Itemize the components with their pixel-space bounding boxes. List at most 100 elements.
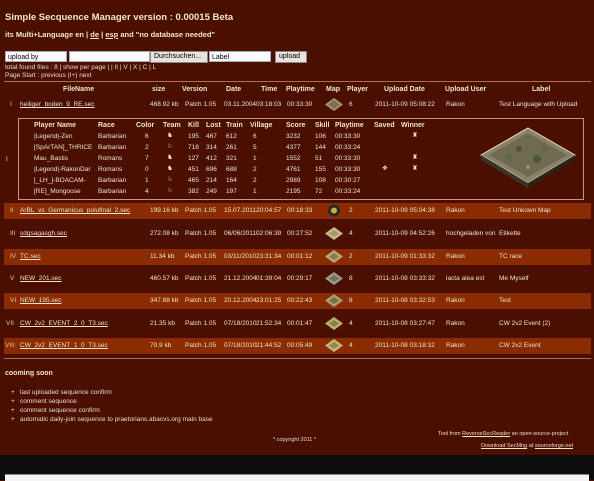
map-thumbnail-icon[interactable] (325, 227, 343, 240)
file-link[interactable]: CW_2v2_EVENT_1_0_T3.sec (20, 342, 108, 349)
detail-row-number: I (6, 156, 8, 163)
team-a-icon: ♞ (167, 154, 173, 161)
upload-date: 2011-10-09 05:04:38 (375, 207, 435, 214)
label-input[interactable]: Label (209, 51, 271, 62)
table-row[interactable]: VI NEW_195.sec 347.88 kb Patch 1.05 20.1… (4, 293, 591, 309)
label: Me Myself (499, 275, 529, 282)
player-name: [RE]_Mongoose (34, 188, 81, 195)
file-link[interactable]: ArBL_vs_Germanicus_polufinal_2.sec (20, 207, 130, 214)
file-link[interactable]: CW_2v2_EVENT_2_0_T3.sec (20, 320, 108, 327)
coming-soon-title: cooming soon (5, 370, 53, 377)
map-thumbnail-icon[interactable] (325, 250, 343, 263)
col-filename: FileName (63, 86, 95, 93)
map-thumbnail-icon[interactable] (325, 98, 343, 111)
list-item: comment sequence confirm (11, 407, 100, 414)
player-village: 1 (253, 155, 257, 162)
player-kill: 127 (188, 155, 199, 162)
upload-user: Rakon (446, 297, 465, 304)
player-color: 7 (145, 155, 149, 162)
player-kill: 718 (188, 144, 199, 151)
file-link[interactable]: NEW_201.sec (20, 275, 62, 282)
map-thumbnail-icon[interactable] (325, 317, 343, 330)
version: Patch 1.05 (185, 253, 217, 260)
team-b-icon: ♘ (167, 143, 173, 150)
player-race: Romans (98, 166, 123, 173)
table-row[interactable]: I heiliger_boden_9_RE.sec 468.92 kb Patc… (4, 97, 591, 113)
player-lost: 696 (206, 166, 217, 173)
language-bar-suffix: and "no database needed" (120, 30, 215, 39)
table-row[interactable]: VII CW_2v2_EVENT_2_0_T3.sec 21.35 kb Pat… (4, 316, 591, 332)
time: 01:39:04 (256, 275, 282, 282)
player-playtime: 00:33:30 (335, 133, 361, 140)
detail-col-team: Team (163, 122, 181, 129)
player-count: 6 (349, 101, 353, 108)
date: 20.12.2004 (224, 297, 257, 304)
detail-col-village: Village (250, 122, 273, 129)
label: TC race (499, 253, 523, 260)
file-input[interactable] (69, 51, 150, 62)
playtime: 00:27:52 (287, 230, 313, 237)
browse-button[interactable]: Durchsuchen... (150, 51, 208, 63)
col-playtime: Playtime (286, 86, 315, 93)
upload-user: hochgeladen von (446, 230, 496, 237)
player-race: Barbarian (98, 144, 127, 151)
table-row[interactable]: II ArBL_vs_Germanicus_polufinal_2.sec 19… (4, 203, 591, 219)
file-size: 460.57 kb (150, 275, 179, 282)
player-race: Barbarian (98, 188, 127, 195)
table-row[interactable]: V NEW_201.sec 460.57 kb Patch 1.05 21.12… (4, 271, 591, 287)
file-link[interactable]: NEW_195.sec (20, 297, 62, 304)
page-title: Simple Secquence Manager version : 0.000… (5, 12, 234, 23)
table-row[interactable]: IV TC.sec 11.34 kb Patch 1.05 03/11/2010… (4, 249, 591, 265)
reversesecreader-link[interactable]: ReverseSecReader (462, 431, 510, 437)
found-files-info[interactable]: total found files : 8 | show per page | … (5, 64, 156, 71)
file-size: 347.88 kb (150, 297, 179, 304)
file-link[interactable]: sdgsagasgh.sec (20, 230, 67, 237)
time: 23:31:34 (256, 253, 282, 260)
player-count: 4 (349, 320, 353, 327)
map-thumbnail-icon[interactable] (325, 272, 343, 285)
map-unknown-icon[interactable] (325, 204, 343, 217)
playtime: 00:18:33 (287, 207, 313, 214)
file-size: 21.35 kb (150, 320, 175, 327)
version: Patch 1.05 (185, 207, 217, 214)
detail-col-color: Color (136, 122, 155, 129)
date: 03.11.2004 (224, 101, 257, 108)
lang-esp-link[interactable]: esp (105, 30, 118, 39)
upload-by-input[interactable]: upload by (5, 51, 67, 62)
lang-de-link[interactable]: de (90, 30, 99, 39)
upload-user: lacta alea est (446, 275, 485, 282)
file-link[interactable]: TC.sec (20, 253, 41, 260)
table-row[interactable]: III sdgsagasgh.sec 272.08 kb Patch 1.05 … (4, 226, 591, 242)
download-credit: Download SecMng at sourceforge.net (481, 443, 573, 449)
player-playtime: 00:33:30 (335, 166, 361, 173)
time: 20:04:57 (256, 207, 282, 214)
label: Etikette (499, 230, 521, 237)
player-kill: 451 (188, 166, 199, 173)
table-row[interactable]: VIII CW_2v2_EVENT_1_0_T3.sec 70.9 kb Pat… (4, 338, 591, 354)
download-secmng-link[interactable]: Download SecMng (481, 443, 527, 449)
detail-col-train: Train (226, 122, 243, 129)
label: Test (499, 297, 511, 304)
pagination[interactable]: Page Start : previous (I+) next (5, 72, 92, 79)
player-score: 3232 (286, 133, 301, 140)
row-number: V (10, 275, 15, 282)
tool-credit: Tool from ReverseSecReader an open-sourc… (438, 431, 568, 437)
label: Test Unkown Map (499, 207, 551, 214)
upload-button[interactable]: upload (275, 51, 307, 63)
player-name: Mau_Bastis (34, 155, 68, 162)
file-link[interactable]: heiliger_boden_9_RE.sec (20, 101, 94, 108)
playtime: 00:22:43 (287, 297, 313, 304)
map-thumbnail-icon[interactable] (325, 339, 343, 352)
sourceforge-link[interactable]: sourceforge.net (535, 443, 573, 449)
row-number: VII (6, 320, 14, 327)
player-color: 2 (145, 144, 149, 151)
col-upload-user: Upload User (445, 86, 487, 93)
detail-col-skill: Skill (315, 122, 330, 129)
player-skill: 106 (315, 133, 326, 140)
player-score: 4377 (286, 144, 301, 151)
map-thumbnail-icon[interactable] (325, 294, 343, 307)
player-skill: 144 (315, 144, 326, 151)
upload-date: 2011-10-08 03:27:47 (375, 320, 435, 327)
label: CW 2v2 Event (2) (499, 320, 551, 327)
upload-date: 2011-10-08 03:33:32 (375, 275, 435, 282)
